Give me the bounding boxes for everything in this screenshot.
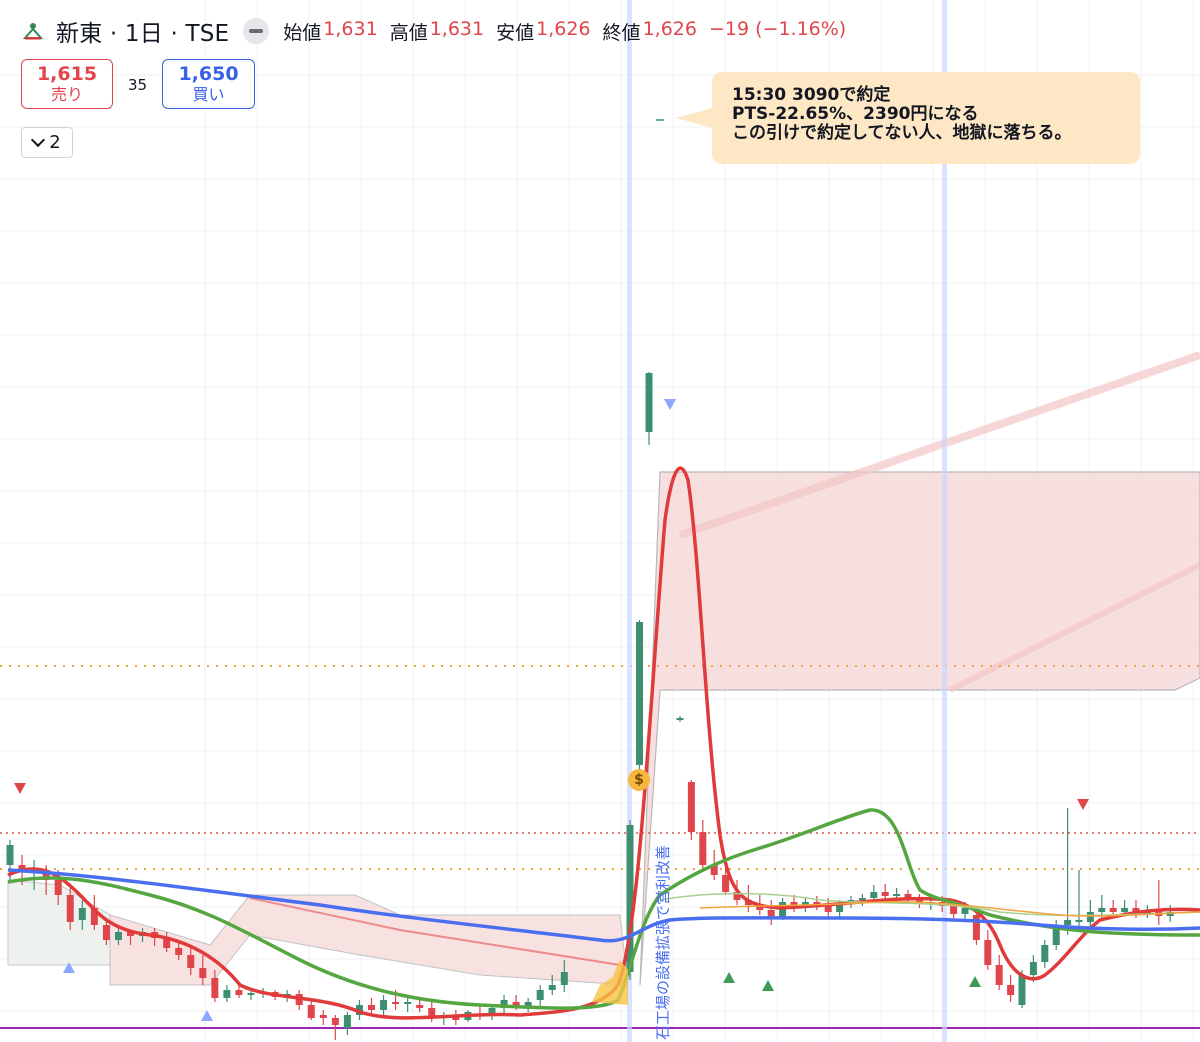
chevron-down-icon [31,132,46,148]
candle-body [1029,962,1037,975]
sell-button[interactable]: 1,615 売り [21,59,113,109]
low-value: 1,626 [536,17,591,40]
candle-body [114,932,122,940]
company-logo-icon [22,23,44,40]
sell-price: 1,615 [36,63,98,85]
spread-value: 35 [128,76,148,94]
sell-signal-marker [1077,799,1089,810]
candle-body [1041,945,1049,962]
candle-body [223,990,231,998]
candle-body [380,1000,388,1010]
event-label: 石工場の設備拡張で営利改善 [654,844,672,1040]
candle-body [1121,908,1129,912]
sell-signal-marker [14,783,26,794]
symbol-title[interactable]: 新東 · 1日 · TSE [56,14,229,48]
candle-body [779,902,787,918]
sell-label: 売り [50,85,83,104]
candle-body [199,968,207,978]
annotation-line-3: この引けで約定してない人、地獄に落ちる。 [732,123,1072,143]
indicator-count: 2 [49,132,61,153]
candle-body [307,1005,315,1018]
candle-body [368,1005,375,1010]
candle-body [950,906,958,914]
annotation-callout[interactable]: 15:30 3090で約定 PTS-22.65%、2390円になる この引けで約… [712,72,1140,164]
candle-body [331,1018,339,1025]
candle-body [636,622,643,765]
open-value: 1,631 [323,17,378,40]
candle-body [6,845,14,865]
candle-body [78,908,86,920]
candle-body [524,1002,532,1006]
candle-body [102,925,110,940]
indicators-toggle-button[interactable]: 2 [21,127,73,158]
candle-body [972,915,980,940]
candle-body [881,892,889,896]
candle-body [722,875,730,892]
candle-body [66,895,74,922]
candle-body [54,880,62,895]
candle-body [548,985,556,990]
candle-body [995,965,1003,985]
candle-body [1098,908,1106,912]
ohlc-readout: 始値 1,631 高値 1,631 安値 1,626 終値 1,626 −19 … [283,18,846,45]
buy-signal-marker [762,980,774,991]
change-value: −19 (−1.16%) [708,17,847,40]
open-label: 始値 [283,21,322,44]
earnings-event-icon[interactable]: $ [628,769,650,791]
annotation-line-1: 15:30 3090で約定 [732,85,891,105]
candle-body [1109,908,1117,912]
candle-body [416,1005,424,1008]
candle-body [645,373,653,432]
buy-label: 買い [192,85,225,104]
candle-body [824,906,832,912]
buy-signal-marker [969,976,981,987]
candle-body [247,993,255,995]
candle-body [870,892,878,898]
buy-button[interactable]: 1,650 買い [162,59,255,109]
candle-body [1018,975,1026,1005]
candle-body [893,894,901,896]
buy-price: 1,650 [178,63,239,85]
candle-body [1007,985,1015,995]
ichimoku-clouds [7,351,1200,986]
market-status-icon[interactable] [243,18,270,44]
candle-body [858,898,866,900]
candle-body [687,782,695,832]
candle-body [699,832,707,865]
sell-signal-marker [664,399,676,410]
candle-body [343,1015,351,1028]
candle-body [211,978,219,998]
candle-body [676,718,684,720]
close-value: 1,626 [642,17,697,40]
annotation-line-2: PTS-22.65%、2390円になる [732,104,979,124]
high-value: 1,631 [429,17,485,40]
candle-body [404,1002,412,1004]
high-label: 高値 [389,21,428,44]
buy-signal-marker [201,1010,213,1021]
candle-body [319,1015,327,1018]
cloud-mid [109,894,629,986]
candle-body [560,972,568,985]
chart-header: 新東 · 1日 · TSE 始値 1,631 高値 1,631 安値 1,626… [22,12,846,50]
candle-body [392,1002,400,1004]
candle-body [235,990,243,995]
candle-body [1064,920,1072,925]
candle-body [1075,920,1083,922]
callout-pointer [676,108,712,128]
close-label: 終値 [602,21,641,44]
candle-body [984,940,992,965]
candle-body [187,955,195,968]
candle-body [536,990,544,1000]
candle-body [175,948,183,955]
low-label: 安値 [496,21,535,44]
candle-body [1086,912,1094,922]
